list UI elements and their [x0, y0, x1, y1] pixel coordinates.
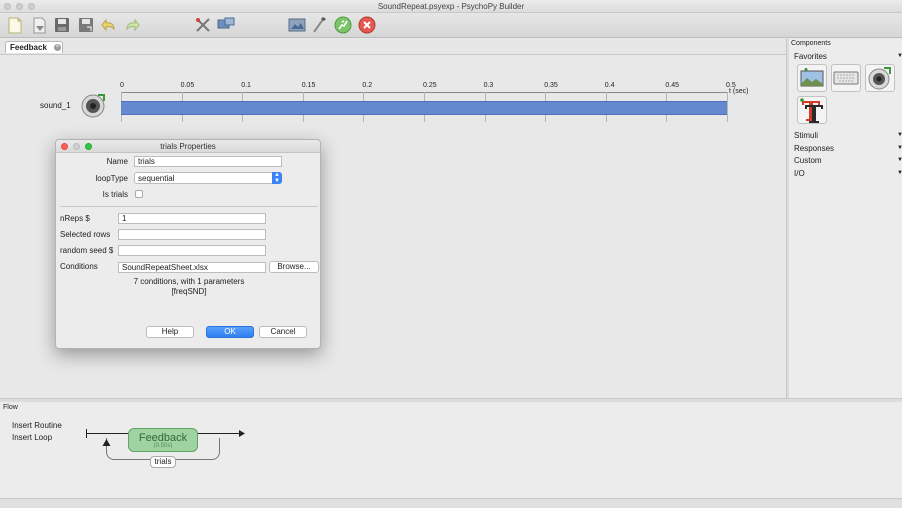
insert-loop-button[interactable]: Insert Loop	[12, 433, 52, 442]
trials-properties-dialog: trials Properties Name loopType sequenti…	[55, 139, 321, 349]
open-file-icon[interactable]	[30, 16, 48, 34]
select-arrows-icon: ▲ ▼	[272, 172, 282, 184]
preferences-icon[interactable]	[194, 16, 212, 34]
io-collapse-icon[interactable]: ▼	[897, 170, 902, 176]
text-component-button[interactable]	[797, 96, 827, 124]
category-stimuli[interactable]: Stimuli	[794, 131, 818, 140]
keyboard-component-button[interactable]	[831, 64, 861, 92]
undo-icon[interactable]	[100, 16, 118, 34]
random-seed-label: random seed $	[60, 246, 114, 255]
conditions-field[interactable]	[118, 262, 266, 273]
timeline-tick-label: 0.25	[423, 82, 437, 89]
sound-component-button[interactable]	[865, 64, 895, 92]
timeline-tick-label: 0.05	[180, 82, 195, 89]
routine-tabs: Feedback ×	[0, 39, 786, 55]
conditions-params: [freqSND]	[171, 287, 207, 296]
loop-arrow-icon	[102, 439, 111, 446]
compile-script-icon[interactable]	[310, 16, 328, 34]
category-io[interactable]: I/O	[794, 169, 805, 178]
looptype-label: loopType	[95, 174, 128, 183]
monitor-center-icon[interactable]	[217, 16, 235, 34]
selected-rows-field[interactable]	[118, 229, 266, 240]
timeline-tick-label: 0.2	[362, 82, 373, 89]
toolbar	[0, 13, 902, 38]
istrials-label: Is trials	[102, 190, 128, 199]
sound-component-icon[interactable]	[80, 92, 108, 122]
selected-rows-label: Selected rows	[60, 230, 111, 239]
help-button[interactable]: Help	[146, 326, 194, 338]
favorites-collapse-icon[interactable]: ▼	[897, 53, 902, 59]
timeline-tick-label: 0.15	[301, 82, 316, 89]
time-unit-label: t (sec)	[729, 88, 749, 95]
window-titlebar: SoundRepeat.psyexp - PsychoPy Builder	[0, 0, 902, 13]
close-tab-icon[interactable]: ×	[54, 44, 61, 51]
nreps-field[interactable]	[118, 213, 266, 224]
experiment-settings-icon[interactable]	[288, 16, 306, 34]
flow-panel: Flow Insert Routine Insert Loop Feedback…	[0, 402, 902, 498]
timeline-tick-label: 0.45	[665, 82, 680, 89]
components-title: Components	[791, 40, 831, 47]
browse-button[interactable]: Browse...	[269, 261, 319, 273]
tab-label: Feedback	[10, 43, 47, 52]
flow-start-marker	[86, 429, 87, 438]
timeline-tick-label: 0.1	[241, 82, 251, 89]
component-name: sound_1	[40, 101, 71, 110]
flow-end-arrow-icon	[239, 430, 245, 437]
timeline-tick-label: 0.35	[544, 82, 558, 89]
insert-routine-button[interactable]: Insert Routine	[12, 421, 62, 430]
tab-feedback[interactable]: Feedback ×	[5, 41, 63, 53]
timeline-tick-label: 0.4	[604, 82, 615, 89]
window-title: SoundRepeat.psyexp - PsychoPy Builder	[377, 2, 525, 11]
save-icon[interactable]	[53, 16, 71, 34]
status-bar	[0, 498, 902, 508]
new-file-icon[interactable]	[6, 16, 24, 34]
name-field[interactable]	[134, 156, 282, 167]
looptype-value: sequential	[138, 174, 175, 183]
favorites-label[interactable]: Favorites	[794, 52, 827, 61]
components-panel: Components Favorites ▼ Stimuli ▼ Respons…	[789, 39, 902, 399]
stimuli-collapse-icon[interactable]: ▼	[897, 132, 902, 138]
conditions-info: 7 conditions, with 1 parameters	[133, 277, 245, 286]
stop-icon[interactable]	[358, 16, 376, 34]
random-seed-field[interactable]	[118, 245, 266, 256]
dialog-separator	[60, 206, 318, 207]
nreps-label: nReps $	[60, 214, 90, 223]
timeline-tick-label: 0	[120, 82, 124, 89]
flow-title: Flow	[3, 404, 18, 411]
save-as-icon[interactable]	[77, 16, 95, 34]
name-label: Name	[106, 157, 128, 166]
loop-trials[interactable]: trials	[150, 456, 176, 468]
looptype-select[interactable]: sequential ▲ ▼	[134, 172, 282, 184]
ok-button[interactable]: OK	[206, 326, 254, 338]
timeline-gridline	[727, 92, 728, 122]
dialog-titlebar: trials Properties	[56, 140, 320, 153]
conditions-label: Conditions	[60, 262, 98, 271]
istrials-checkbox[interactable]	[135, 190, 143, 198]
timeline-tick-label: 0.3	[483, 82, 494, 89]
category-custom[interactable]: Custom	[794, 156, 822, 165]
sound-1-timeline-bar[interactable]	[121, 101, 727, 115]
image-component-button[interactable]	[797, 64, 827, 92]
responses-collapse-icon[interactable]: ▼	[897, 145, 902, 151]
cancel-button[interactable]: Cancel	[259, 326, 307, 338]
custom-collapse-icon[interactable]: ▼	[897, 157, 902, 163]
dialog-title: trials Properties	[160, 142, 216, 151]
redo-icon[interactable]	[123, 16, 141, 34]
run-icon[interactable]	[334, 16, 352, 34]
routine-feedback[interactable]: Feedback (0.50s)	[128, 428, 198, 452]
category-responses[interactable]: Responses	[794, 144, 834, 153]
